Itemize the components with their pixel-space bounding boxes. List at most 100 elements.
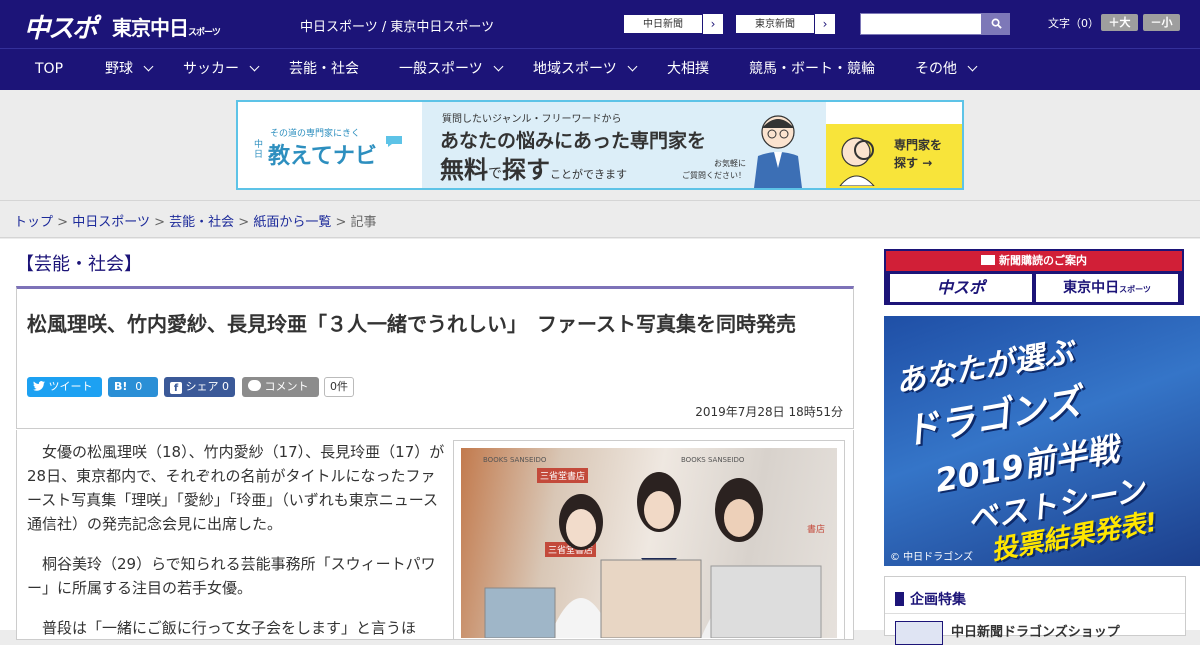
ad-tail: ことができます xyxy=(550,168,627,181)
ad-line2: あなたの悩みにあった専門家を xyxy=(440,130,707,152)
nav-item-other[interactable]: その他 xyxy=(915,49,978,90)
breadcrumb-current: 記事 xyxy=(350,215,377,230)
breadcrumb-bar: トップ > 中日スポーツ > 芸能・社会 > 紙面から一覧 > 記事 xyxy=(0,200,1200,238)
font-smaller-button[interactable]: －小 xyxy=(1143,14,1180,31)
ad-note2: ご質問ください！ xyxy=(682,171,746,180)
comment-button[interactable]: コメント xyxy=(242,377,319,397)
nav-item-racing[interactable]: 競馬・ボート・競輪 xyxy=(749,49,875,90)
subscription-banner[interactable]: 新聞購読のご案内 中スポ 東京中日スポーツ xyxy=(884,249,1184,305)
ad-search-word: 探す xyxy=(502,156,550,184)
hatena-count: 0 xyxy=(135,380,143,393)
breadcrumb: トップ > 中日スポーツ > 芸能・社会 > 紙面から一覧 > 記事 xyxy=(14,211,377,230)
ribbon-icon xyxy=(895,592,904,606)
article-category[interactable]: 【芸能・社会】 xyxy=(16,250,142,276)
chevron-right-icon: › xyxy=(822,17,828,31)
article-paragraph-3: 普段は「一緒にご飯に行って女子会をします」と言うほ xyxy=(42,619,416,637)
ad-de-word: で xyxy=(488,166,502,182)
breadcrumb-paper-list[interactable]: 紙面から一覧 xyxy=(253,215,331,230)
nav-item-label: 競馬・ボート・競輪 xyxy=(749,61,875,77)
nav-item-label: サッカー xyxy=(183,61,239,77)
nav-item-soccer[interactable]: サッカー xyxy=(183,49,260,90)
nav-item-general-sports[interactable]: 一般スポーツ xyxy=(399,49,504,90)
nav-item-label: 地域スポーツ xyxy=(533,61,617,77)
search-button[interactable] xyxy=(982,13,1010,35)
breadcrumb-chunichi-sports[interactable]: 中日スポーツ xyxy=(72,215,150,230)
site-header: 中スポ 東京中日スポーツ 中日スポーツ / 東京中日スポーツ 中日新聞 › 東京… xyxy=(0,0,1200,48)
ad-line3: 無料で探すことができます xyxy=(440,150,627,185)
feature-item-link[interactable]: 中日新聞ドラゴンズショップ xyxy=(951,621,1120,640)
search-input[interactable] xyxy=(860,13,982,35)
oshiete-navi-banner-ad[interactable]: その道の専門家にきく 中日 教えてナビ 質問したいジャンル・フリーワードから あ… xyxy=(236,100,964,190)
chuspo-logo[interactable]: 中スポ xyxy=(24,8,98,45)
tweet-button[interactable]: ツイート xyxy=(27,377,102,397)
ad-brand-prefix: 中日 xyxy=(254,140,264,160)
article-paragraph-2: 桐谷美玲（29）らで知られる芸能事務所「スウィートパワー」に所属する注目の若手女… xyxy=(27,555,436,597)
chevron-down-icon xyxy=(493,61,504,72)
tokyo-shimbun-link[interactable]: 東京新聞 › xyxy=(734,13,836,35)
ad-brand-name: 教えてナビ xyxy=(268,144,377,169)
nav-item-label: 一般スポーツ xyxy=(399,61,483,77)
ad-line1: 質問したいジャンル・フリーワードから xyxy=(442,114,622,125)
feature-title-text: 企画特集 xyxy=(910,592,966,608)
chevron-down-icon xyxy=(143,61,154,72)
ad-message-area: 質問したいジャンル・フリーワードから あなたの悩みにあった専門家を 無料で探すこ… xyxy=(422,102,826,188)
feature-thumbnail[interactable] xyxy=(895,621,943,645)
ad-cta-area[interactable]: 専門家を 探す → xyxy=(826,124,962,188)
tweet-label: ツイート xyxy=(48,380,93,393)
breadcrumb-separator: > xyxy=(154,215,165,230)
site-tagline: 中日スポーツ / 東京中日スポーツ xyxy=(300,20,495,35)
article-title: 松風理咲、竹内愛紗、長見玲亜「３人一緒でうれしい」 ファースト写真集を同時発売 xyxy=(27,312,796,336)
dragons-vote-ad[interactable]: あなたが選ぶ ドラゴンズ 2019前半戦 ベストシーン 投票結果発表! © 中日… xyxy=(884,316,1200,566)
ad-cta-line2-text: 探す xyxy=(894,156,919,170)
twitter-bird-icon xyxy=(33,381,45,391)
arrow-right-icon: → xyxy=(922,156,933,170)
chunichi-shimbun-label: 中日新聞 xyxy=(623,14,703,34)
subscribe-tokyo-chunichi-text: 東京中日 xyxy=(1063,280,1120,296)
subscription-header: 新聞購読のご案内 xyxy=(886,251,1182,271)
speech-bubble-icon xyxy=(386,136,402,147)
facebook-share-count: 0 xyxy=(222,380,229,393)
comment-bubble-icon xyxy=(248,380,261,391)
chunichi-shimbun-link[interactable]: 中日新聞 › xyxy=(622,13,724,35)
nav-item-label: 大相撲 xyxy=(667,61,709,77)
nav-item-entertainment[interactable]: 芸能・社会 xyxy=(289,49,359,90)
article-header: 松風理咲、竹内愛紗、長見玲亜「３人一緒でうれしい」 ファースト写真集を同時発売 … xyxy=(16,286,854,429)
article-photo[interactable]: BOOKS SANSEIDO 三省堂書店 BOOKS SANSEIDO 三省堂書… xyxy=(453,440,845,640)
ad-note1: お気軽に xyxy=(714,159,746,168)
font-size-label: 文字（0） xyxy=(1048,17,1099,30)
comment-count[interactable]: 0件 xyxy=(324,377,354,397)
subscribe-tokyo-chunichi-button[interactable]: 東京中日スポーツ xyxy=(1036,274,1178,302)
chevron-down-icon xyxy=(627,61,638,72)
nav-item-local-sports[interactable]: 地域スポーツ xyxy=(533,49,638,90)
nav-item-label: その他 xyxy=(915,61,957,77)
facebook-share-button[interactable]: f シェア 0 xyxy=(164,377,235,397)
breadcrumb-separator: > xyxy=(335,215,347,230)
subscribe-chuspo-button[interactable]: 中スポ xyxy=(890,274,1032,302)
hatena-label: B! xyxy=(114,380,128,393)
press-conference-photo: BOOKS SANSEIDO 三省堂書店 BOOKS SANSEIDO 三省堂書… xyxy=(461,448,837,638)
breadcrumb-top[interactable]: トップ xyxy=(14,215,53,230)
feature-divider xyxy=(885,613,1185,614)
nav-item-sumo[interactable]: 大相撲 xyxy=(667,49,709,90)
feature-section: 企画特集 中日新聞ドラゴンズショップ xyxy=(884,576,1186,645)
nav-item-label: 芸能・社会 xyxy=(289,61,359,77)
article-date: 2019年7月28日 18時51分 xyxy=(695,405,843,419)
chevron-right-icon: › xyxy=(710,17,716,31)
comment-label: コメント xyxy=(264,380,309,393)
search-icon xyxy=(991,18,1002,29)
nav-item-baseball[interactable]: 野球 xyxy=(105,49,154,90)
newspaper-icon xyxy=(981,255,995,265)
tokyo-chunichi-logo-text: 東京中日 xyxy=(112,16,189,40)
subscribe-tokyo-chunichi-small: スポーツ xyxy=(1119,285,1151,294)
tokyo-chunichi-logo[interactable]: 東京中日スポーツ xyxy=(112,12,221,41)
hatena-button[interactable]: B! 0 xyxy=(108,377,158,397)
nav-item-top[interactable]: TOP xyxy=(35,49,63,90)
feature-title: 企画特集 xyxy=(895,589,966,609)
advisor-illustration-icon xyxy=(754,115,802,188)
dragons-copyright: © 中日ドラゴンズ xyxy=(890,552,973,563)
nav-item-label: TOP xyxy=(35,61,64,77)
subscription-header-text: 新聞購読のご案内 xyxy=(999,254,1087,267)
breadcrumb-entertainment[interactable]: 芸能・社会 xyxy=(169,215,234,230)
font-larger-button[interactable]: ＋大 xyxy=(1101,14,1138,31)
main-nav: TOP 野球 サッカー 芸能・社会 一般スポーツ 地域スポーツ 大相撲 競馬・ボ… xyxy=(0,48,1200,90)
